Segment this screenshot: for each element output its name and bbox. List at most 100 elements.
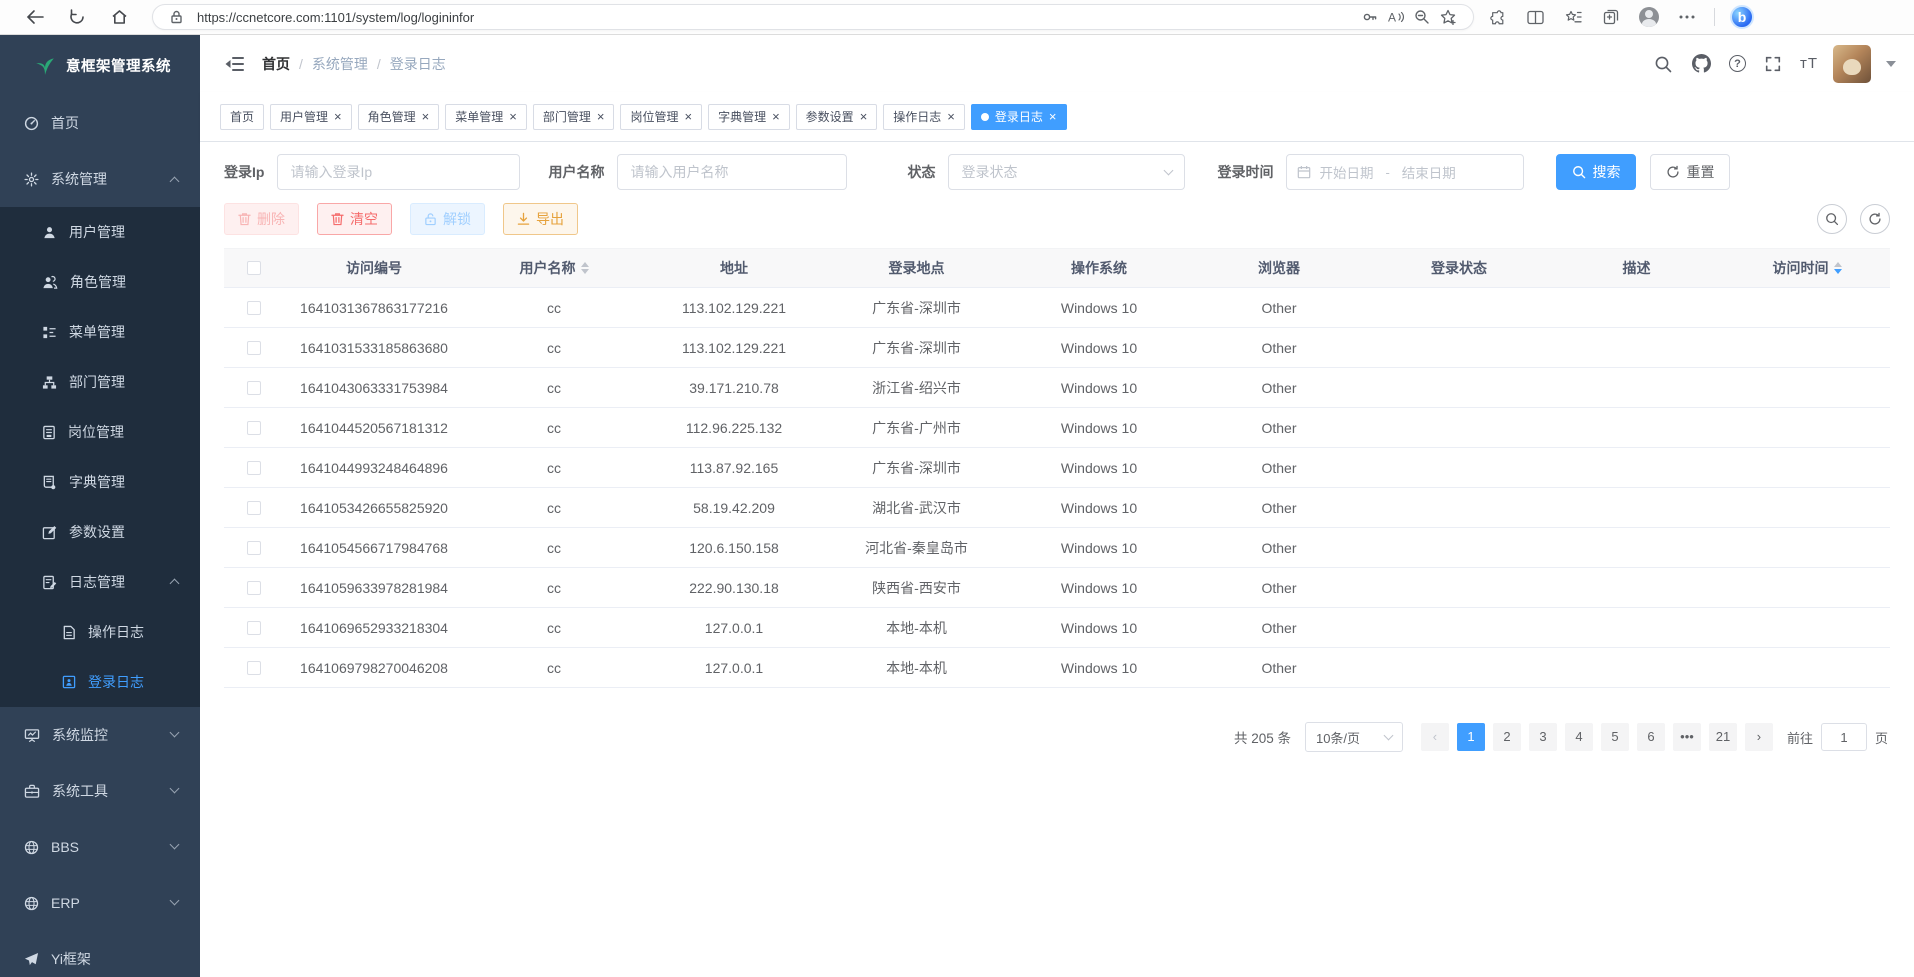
- lock-icon[interactable]: [163, 6, 189, 28]
- sidebar-item-param-settings[interactable]: 参数设置: [0, 507, 200, 557]
- table-row[interactable]: 1641044993248464896 cc 113.87.92.165 广东省…: [224, 448, 1890, 488]
- page-button[interactable]: 2: [1493, 723, 1521, 751]
- url-text[interactable]: https://ccnetcore.com:1101/system/log/lo…: [197, 10, 1357, 25]
- sidebar-item-operation-log[interactable]: 操作日志: [0, 607, 200, 657]
- page-button[interactable]: 3: [1529, 723, 1557, 751]
- refresh-table-button[interactable]: [1860, 204, 1890, 234]
- tab-close-icon[interactable]: ×: [1049, 110, 1057, 123]
- table-row[interactable]: 1641059633978281984 cc 222.90.130.18 陕西省…: [224, 568, 1890, 608]
- page-button[interactable]: ›: [1745, 723, 1773, 751]
- row-checkbox[interactable]: [247, 501, 261, 515]
- username-input[interactable]: [617, 154, 847, 190]
- sidebar-item-system-monitor[interactable]: 系统监控: [0, 707, 200, 763]
- tab-close-icon[interactable]: ×: [509, 110, 517, 123]
- password-key-icon[interactable]: [1357, 6, 1383, 28]
- help-icon[interactable]: ?: [1729, 55, 1746, 72]
- collections-icon[interactable]: [1596, 4, 1626, 30]
- tab[interactable]: 菜单管理 ×: [445, 104, 527, 130]
- extensions-icon[interactable]: [1482, 4, 1512, 30]
- sidebar-item-login-log[interactable]: 登录日志: [0, 657, 200, 707]
- browser-menu-icon[interactable]: [1672, 4, 1702, 30]
- sidebar-item-menu-manage[interactable]: 菜单管理: [0, 307, 200, 357]
- font-size-icon[interactable]: тT: [1800, 55, 1818, 72]
- sidebar-item-system-manage[interactable]: 系统管理: [0, 151, 200, 207]
- goto-page-input[interactable]: [1821, 723, 1867, 751]
- favorites-bar-icon[interactable]: [1558, 4, 1588, 30]
- row-checkbox[interactable]: [247, 461, 261, 475]
- tab[interactable]: 用户管理 ×: [270, 104, 352, 130]
- delete-button[interactable]: 删除: [224, 203, 299, 235]
- tab-close-icon[interactable]: ×: [597, 110, 605, 123]
- app-logo[interactable]: 意框架管理系统: [0, 35, 200, 95]
- row-checkbox[interactable]: [247, 661, 261, 675]
- table-row[interactable]: 1641031533185863680 cc 113.102.129.221 广…: [224, 328, 1890, 368]
- table-row[interactable]: 1641053426655825920 cc 58.19.42.209 湖北省-…: [224, 488, 1890, 528]
- sidebar-fold-icon[interactable]: [222, 52, 246, 76]
- fullscreen-icon[interactable]: [1761, 52, 1785, 76]
- tab-close-icon[interactable]: ×: [947, 110, 955, 123]
- breadcrumb-home[interactable]: 首页: [262, 54, 290, 74]
- row-checkbox[interactable]: [247, 421, 261, 435]
- sort-carets-icon[interactable]: [581, 258, 589, 278]
- page-button[interactable]: •••: [1673, 723, 1701, 751]
- tab-close-icon[interactable]: ×: [684, 110, 692, 123]
- tab[interactable]: 参数设置 ×: [796, 104, 878, 130]
- row-checkbox[interactable]: [247, 581, 261, 595]
- browser-profile-icon[interactable]: [1634, 4, 1664, 30]
- sidebar-item-bbs[interactable]: BBS: [0, 819, 200, 875]
- breadcrumb-system[interactable]: 系统管理: [312, 54, 368, 74]
- toggle-search-button[interactable]: [1817, 204, 1847, 234]
- tab[interactable]: 岗位管理 ×: [620, 104, 702, 130]
- tab[interactable]: 角色管理 ×: [358, 104, 440, 130]
- tab-close-icon[interactable]: ×: [772, 110, 780, 123]
- page-button[interactable]: 5: [1601, 723, 1629, 751]
- col-os[interactable]: 操作系统: [1009, 258, 1189, 278]
- col-browser[interactable]: 浏览器: [1189, 258, 1369, 278]
- sidebar-item-dept-manage[interactable]: 部门管理: [0, 357, 200, 407]
- page-button[interactable]: 1: [1457, 723, 1485, 751]
- page-button[interactable]: 6: [1637, 723, 1665, 751]
- table-row[interactable]: 1641069798270046208 cc 127.0.0.1 本地-本机 W…: [224, 648, 1890, 688]
- user-avatar[interactable]: [1833, 45, 1871, 83]
- row-checkbox[interactable]: [247, 341, 261, 355]
- col-time[interactable]: 访问时间: [1724, 258, 1890, 278]
- tab[interactable]: 首页: [220, 104, 264, 130]
- sidebar-item-log-manage[interactable]: 日志管理: [0, 557, 200, 607]
- table-row[interactable]: 1641044520567181312 cc 112.96.225.132 广东…: [224, 408, 1890, 448]
- col-status[interactable]: 登录状态: [1369, 258, 1549, 278]
- tab-close-icon[interactable]: ×: [422, 110, 430, 123]
- sidebar-item-erp[interactable]: ERP: [0, 875, 200, 931]
- unlock-button[interactable]: 解锁: [410, 203, 485, 235]
- page-button[interactable]: 21: [1709, 723, 1737, 751]
- table-row[interactable]: 1641043063331753984 cc 39.171.210.78 浙江省…: [224, 368, 1890, 408]
- sidebar-item-system-tools[interactable]: 系统工具: [0, 763, 200, 819]
- sidebar-item-user-manage[interactable]: 用户管理: [0, 207, 200, 257]
- tab[interactable]: 部门管理 ×: [533, 104, 615, 130]
- avatar-caret-icon[interactable]: [1886, 61, 1896, 72]
- col-visit-id[interactable]: 访问编号: [284, 258, 464, 278]
- tab-close-icon[interactable]: ×: [860, 110, 868, 123]
- tab[interactable]: 操作日志 ×: [883, 104, 965, 130]
- tab-close-icon[interactable]: ×: [334, 110, 342, 123]
- reset-button[interactable]: 重置: [1650, 154, 1730, 190]
- copilot-icon[interactable]: b: [1727, 4, 1757, 30]
- sidebar-item-yi-framework[interactable]: Yi框架: [0, 931, 200, 977]
- search-button[interactable]: 搜索: [1556, 154, 1636, 190]
- row-checkbox[interactable]: [247, 541, 261, 555]
- export-button[interactable]: 导出: [503, 203, 578, 235]
- github-icon[interactable]: [1690, 52, 1714, 76]
- col-location[interactable]: 登录地点: [824, 258, 1009, 278]
- browser-back-icon[interactable]: [18, 3, 52, 31]
- status-select[interactable]: 登录状态: [948, 154, 1185, 190]
- read-aloud-icon[interactable]: A: [1383, 6, 1409, 28]
- col-address[interactable]: 地址: [644, 258, 824, 278]
- row-checkbox[interactable]: [247, 381, 261, 395]
- select-all-checkbox[interactable]: [247, 261, 261, 275]
- page-button[interactable]: 4: [1565, 723, 1593, 751]
- address-bar[interactable]: https://ccnetcore.com:1101/system/log/lo…: [152, 4, 1474, 30]
- sidebar-item-role-manage[interactable]: 角色管理: [0, 257, 200, 307]
- tab[interactable]: 字典管理 ×: [708, 104, 790, 130]
- page-size-select[interactable]: 10条/页: [1305, 722, 1403, 752]
- date-range-picker[interactable]: 开始日期 - 结束日期: [1286, 154, 1524, 190]
- table-row[interactable]: 1641069652933218304 cc 127.0.0.1 本地-本机 W…: [224, 608, 1890, 648]
